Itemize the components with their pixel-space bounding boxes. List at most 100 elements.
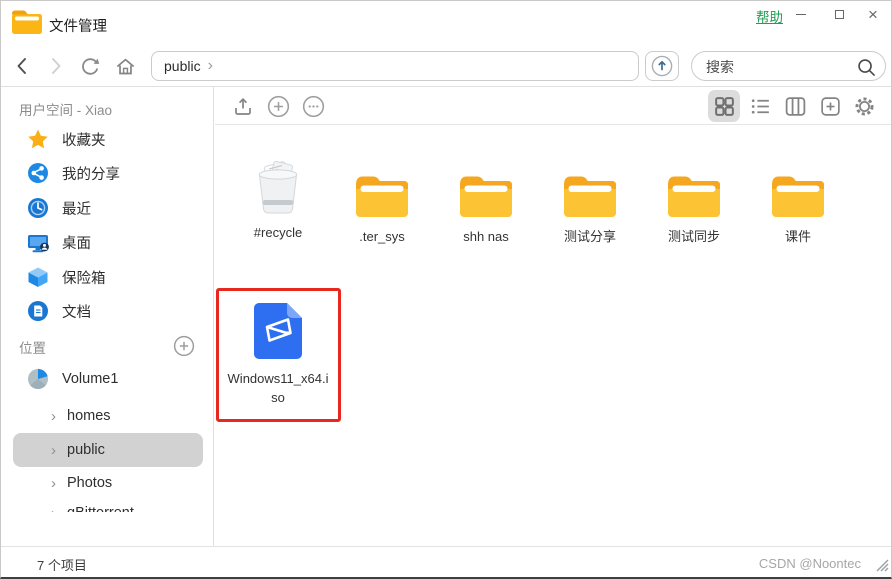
tree-item-label: qBittorrent <box>67 505 134 512</box>
resize-grip[interactable] <box>873 556 889 577</box>
tree-item-label: Photos <box>67 475 113 491</box>
back-button[interactable] <box>11 54 35 78</box>
folder-icon <box>354 155 410 219</box>
sidebar-item-recent[interactable]: 最近 <box>13 193 203 223</box>
chevron-right-icon: › <box>51 407 56 425</box>
file-name: #recycle <box>253 225 303 240</box>
title-bar: 文件管理 帮助 × <box>1 1 891 45</box>
columns-view-icon <box>785 96 805 116</box>
file-name: 测试分享 <box>563 229 616 244</box>
file-grid: #recycle .ter_sys shh nas 测试分享 测试同步 课件 W… <box>215 125 891 546</box>
up-arrow-circle-icon <box>651 55 673 77</box>
sidebar-item-label: Volume1 <box>62 371 119 387</box>
sidebar-item-label: 文档 <box>62 304 91 321</box>
breadcrumb-path: public <box>164 58 201 74</box>
sidebar-item-vault[interactable]: 保险箱 <box>13 262 203 292</box>
maximize-icon <box>834 9 844 19</box>
file-item-test-sync[interactable]: 测试同步 <box>642 155 746 247</box>
breadcrumb[interactable]: public › <box>151 51 639 81</box>
go-up-button[interactable] <box>645 51 679 81</box>
safe-cube-icon <box>27 266 49 288</box>
close-button[interactable]: × <box>857 1 889 27</box>
tree-item-label: homes <box>67 408 111 424</box>
file-item-ter-sys[interactable]: .ter_sys <box>330 155 434 247</box>
location-header: 位置 <box>19 341 46 356</box>
refresh-button[interactable] <box>78 54 102 78</box>
sidebar-item-label: 收藏夹 <box>62 132 106 149</box>
folder-icon <box>458 155 514 219</box>
settings-button[interactable] <box>852 94 876 118</box>
user-space-header: 用户空间 - Xiao <box>19 103 113 118</box>
forward-button[interactable] <box>43 54 67 78</box>
help-link[interactable]: 帮助 <box>756 6 783 26</box>
file-name: Windows11_x64.iso <box>227 371 329 405</box>
sidebar-item-label: 我的分享 <box>62 166 120 183</box>
chevron-right-icon: › <box>51 474 56 492</box>
clock-icon <box>27 197 49 219</box>
iso-file-icon <box>252 297 304 361</box>
upload-icon <box>235 97 251 115</box>
sidebar-item-documents[interactable]: 文档 <box>13 296 203 326</box>
plus-circle-icon <box>267 95 289 117</box>
grid-view-icon <box>714 96 734 116</box>
plus-square-icon <box>820 96 840 116</box>
file-name: 课件 <box>784 229 811 244</box>
tree-item-homes[interactable]: › homes <box>13 399 203 433</box>
add-location-button[interactable] <box>173 335 195 357</box>
search-input[interactable] <box>704 55 858 79</box>
file-manager-window: 文件管理 帮助 × public › 搜索 用户空间 - Xiao 收藏夹 我的… <box>0 0 892 579</box>
more-actions-button[interactable] <box>301 94 325 118</box>
sidebar-item-desktop[interactable]: 桌面 <box>13 227 203 257</box>
search-box <box>691 51 886 81</box>
sidebar: 用户空间 - Xiao 收藏夹 我的分享 最近 桌面 保险箱 文档 位置 Vol… <box>1 87 214 546</box>
watermark-text: CSDN @Noontec <box>758 556 861 571</box>
upload-button[interactable] <box>231 94 255 118</box>
document-icon <box>27 300 49 322</box>
volume-pie-icon <box>27 368 49 390</box>
folder-icon <box>666 155 722 219</box>
plus-circle-icon <box>173 335 195 357</box>
file-toolbar <box>215 87 891 125</box>
home-button[interactable] <box>113 54 137 78</box>
tree-item-label: public <box>67 442 105 458</box>
gear-icon <box>855 97 873 115</box>
file-item-windows-iso[interactable]: Windows11_x64.iso <box>226 297 330 408</box>
navigation-bar: public › <box>1 45 891 87</box>
tree-item-public[interactable]: › public <box>13 433 203 467</box>
file-item-recycle[interactable]: #recycle <box>226 151 330 243</box>
search-icon[interactable] <box>856 57 876 82</box>
ellipsis-circle-icon <box>302 95 324 117</box>
file-name: .ter_sys <box>359 229 405 244</box>
view-list-button[interactable] <box>748 94 772 118</box>
sidebar-item-label: 桌面 <box>62 235 91 252</box>
file-name: shh nas <box>463 229 509 244</box>
minimize-button[interactable] <box>785 1 817 27</box>
list-view-icon <box>750 98 770 114</box>
trash-icon <box>252 151 304 215</box>
sidebar-item-favorites[interactable]: 收藏夹 <box>13 124 203 154</box>
create-new-button[interactable] <box>266 94 290 118</box>
folder-icon <box>562 155 618 219</box>
minimize-icon <box>796 13 806 15</box>
chevron-right-icon: › <box>51 441 56 459</box>
sidebar-item-label: 保险箱 <box>62 270 106 287</box>
add-view-button[interactable] <box>818 94 842 118</box>
tree-item-photos[interactable]: › Photos <box>13 466 203 500</box>
app-folder-icon <box>11 9 43 41</box>
view-grid-button[interactable] <box>708 90 740 122</box>
file-item-test-share[interactable]: 测试分享 <box>538 155 642 247</box>
desktop-icon <box>27 231 49 253</box>
status-bar: 7 个项目 CSDN @Noontec <box>1 546 891 577</box>
share-icon <box>27 162 49 184</box>
maximize-button[interactable] <box>823 1 855 27</box>
sidebar-item-my-shares[interactable]: 我的分享 <box>13 158 203 188</box>
file-item-kejian[interactable]: 课件 <box>746 155 850 247</box>
chevron-right-icon: › <box>51 506 56 513</box>
sidebar-item-volume1[interactable]: Volume1 <box>13 364 203 394</box>
file-item-shh-nas[interactable]: shh nas <box>434 155 538 247</box>
tree-item-qbittorrent[interactable]: › qBittorrent <box>13 496 203 512</box>
view-columns-button[interactable] <box>783 94 807 118</box>
file-name: 测试同步 <box>667 229 720 244</box>
sidebar-item-label: 最近 <box>62 201 91 218</box>
folder-icon <box>770 155 826 219</box>
